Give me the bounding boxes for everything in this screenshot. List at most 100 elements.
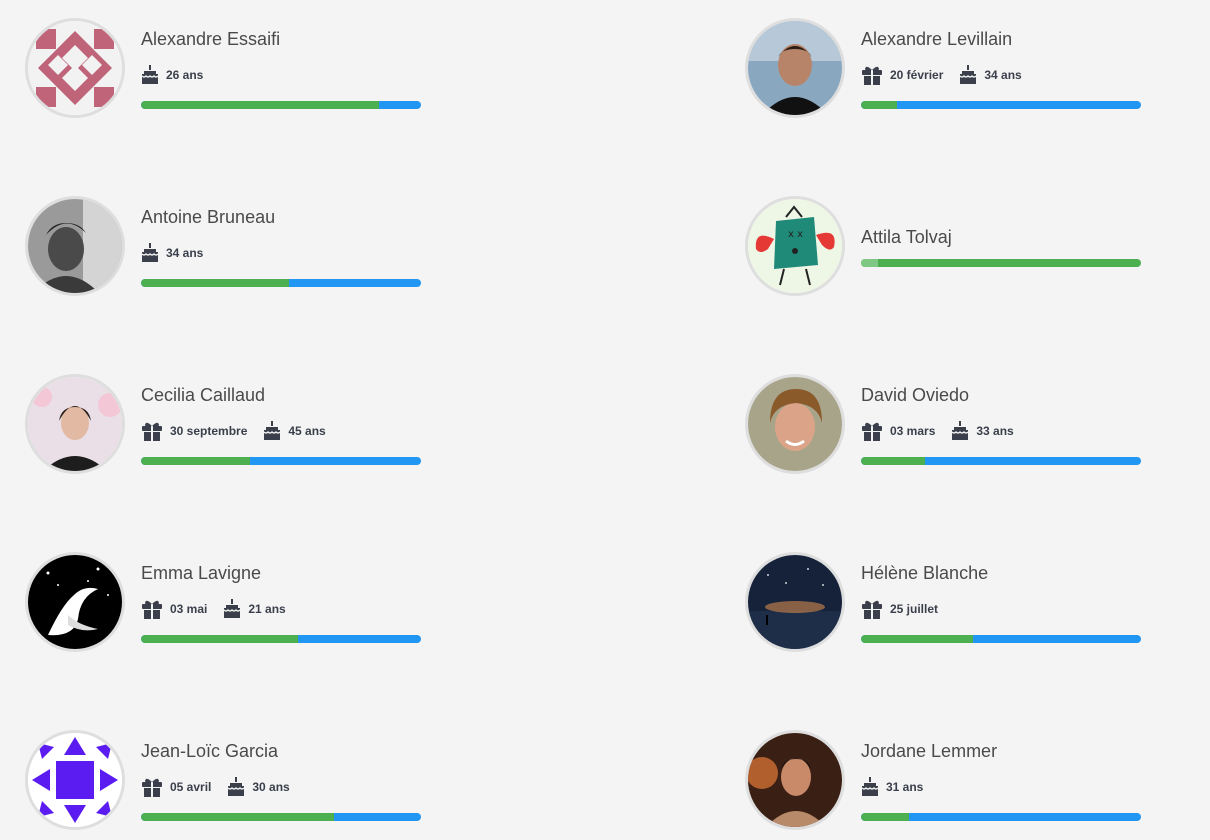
person-card-cecilia-caillaud[interactable]: Cecilia Caillaud 30 septembre 45 ans — [25, 374, 485, 484]
progress-fill — [861, 635, 973, 643]
age-text: 33 ans — [976, 424, 1014, 438]
age-text: 30 ans — [252, 780, 290, 794]
age-info: 34 ans — [959, 65, 1022, 85]
avatar[interactable] — [745, 730, 845, 830]
progress-fill — [141, 635, 298, 643]
person-card-alexandre-levillain[interactable]: Alexandre Levillain 20 février 34 ans — [745, 18, 1205, 128]
progress-bar — [141, 101, 421, 109]
birthday-text: 20 février — [890, 68, 944, 82]
age-text: 21 ans — [248, 602, 286, 616]
progress-bar — [861, 635, 1141, 643]
age-text: 34 ans — [166, 246, 204, 260]
progress-bar — [141, 813, 421, 821]
cake-icon — [861, 777, 879, 796]
avatar[interactable] — [25, 374, 125, 474]
avatar[interactable] — [25, 730, 125, 830]
age-info: 33 ans — [951, 421, 1014, 441]
birthday-info: 25 juillet — [861, 599, 938, 619]
birthday-info: 03 mai — [141, 599, 207, 619]
progress-bar — [861, 101, 1141, 109]
age-info: 34 ans — [141, 243, 203, 263]
birthday-info: 05 avril — [141, 777, 211, 797]
person-name[interactable]: Alexandre Levillain — [861, 29, 1012, 50]
person-meta: 03 mai 21 ans — [141, 598, 286, 620]
progress-fill — [861, 457, 926, 465]
person-card-emma-lavigne[interactable]: Emma Lavigne 03 mai 21 ans — [25, 552, 485, 662]
progress-bar — [141, 457, 421, 465]
progress-bar — [861, 457, 1141, 465]
cake-icon — [951, 421, 969, 440]
progress-fill — [861, 259, 878, 267]
cake-icon — [141, 243, 159, 262]
person-name[interactable]: Cecilia Caillaud — [141, 385, 265, 406]
age-info: 31 ans — [861, 777, 923, 797]
progress-fill — [861, 101, 898, 109]
person-card-david-oviedo[interactable]: David Oviedo 03 mars 33 ans — [745, 374, 1205, 484]
avatar[interactable] — [25, 196, 125, 296]
person-meta: 25 juillet — [861, 598, 938, 620]
birthday-text: 03 mars — [890, 424, 936, 438]
avatar[interactable] — [745, 552, 845, 652]
progress-bar — [861, 259, 1141, 267]
person-card-helene-blanche[interactable]: Hélène Blanche 25 juillet — [745, 552, 1205, 662]
age-info: 45 ans — [263, 421, 326, 441]
person-meta: 26 ans — [141, 64, 203, 86]
person-name[interactable]: Attila Tolvaj — [861, 227, 952, 248]
gift-icon — [142, 778, 162, 797]
person-card-attila-tolvaj[interactable]: x x Attila Tolvaj — [745, 196, 1205, 306]
person-meta: 31 ans — [861, 776, 923, 798]
progress-bar — [141, 635, 421, 643]
progress-fill — [141, 813, 335, 821]
age-info: 26 ans — [141, 65, 203, 85]
gift-icon — [862, 66, 882, 85]
progress-bar — [141, 279, 421, 287]
avatar[interactable] — [745, 374, 845, 474]
gift-icon — [862, 422, 882, 441]
progress-fill — [861, 813, 909, 821]
cake-icon — [263, 421, 281, 440]
birthday-text: 03 mai — [170, 602, 208, 616]
gift-icon — [862, 600, 882, 619]
progress-fill — [141, 279, 290, 287]
person-card-alexandre-essaifi[interactable]: Alexandre Essaifi 26 ans — [25, 18, 485, 128]
person-name[interactable]: Alexandre Essaifi — [141, 29, 280, 50]
birthday-info: 03 mars — [861, 421, 935, 441]
avatar[interactable] — [25, 552, 125, 652]
person-card-antoine-bruneau[interactable]: Antoine Bruneau 34 ans — [25, 196, 485, 306]
age-text: 26 ans — [166, 68, 204, 82]
birthday-text: 05 avril — [170, 780, 212, 794]
progress-fill — [141, 101, 379, 109]
age-info: 30 ans — [227, 777, 290, 797]
avatar[interactable] — [745, 18, 845, 118]
avatar[interactable] — [25, 18, 125, 118]
person-meta: 34 ans — [141, 242, 203, 264]
person-card-jordane-lemmer[interactable]: Jordane Lemmer 31 ans — [745, 730, 1205, 840]
person-name[interactable]: David Oviedo — [861, 385, 969, 406]
progress-fill — [141, 457, 251, 465]
gift-icon — [142, 422, 162, 441]
cake-icon — [141, 65, 159, 84]
cake-icon — [223, 599, 241, 618]
person-meta: 03 mars 33 ans — [861, 420, 1014, 442]
age-info: 21 ans — [223, 599, 286, 619]
age-text: 34 ans — [984, 68, 1022, 82]
cake-icon — [227, 777, 245, 796]
person-name[interactable]: Antoine Bruneau — [141, 207, 275, 228]
birthday-info: 30 septembre — [141, 421, 247, 441]
gift-icon — [142, 600, 162, 619]
birthday-text: 25 juillet — [890, 602, 939, 616]
person-name[interactable]: Emma Lavigne — [141, 563, 261, 584]
person-card-jean-loic-garcia[interactable]: Jean-Loïc Garcia 05 avril 30 ans — [25, 730, 485, 840]
avatar[interactable]: x x — [745, 196, 845, 296]
person-meta: 20 février 34 ans — [861, 64, 1022, 86]
progress-bar — [861, 813, 1141, 821]
age-text: 31 ans — [886, 780, 924, 794]
person-name[interactable]: Hélène Blanche — [861, 563, 988, 584]
birthday-text: 30 septembre — [170, 424, 248, 438]
person-name[interactable]: Jean-Loïc Garcia — [141, 741, 278, 762]
person-name[interactable]: Jordane Lemmer — [861, 741, 997, 762]
birthday-info: 20 février — [861, 65, 943, 85]
svg-text:x x: x x — [788, 229, 803, 240]
person-meta: 05 avril 30 ans — [141, 776, 290, 798]
person-meta: 30 septembre 45 ans — [141, 420, 326, 442]
